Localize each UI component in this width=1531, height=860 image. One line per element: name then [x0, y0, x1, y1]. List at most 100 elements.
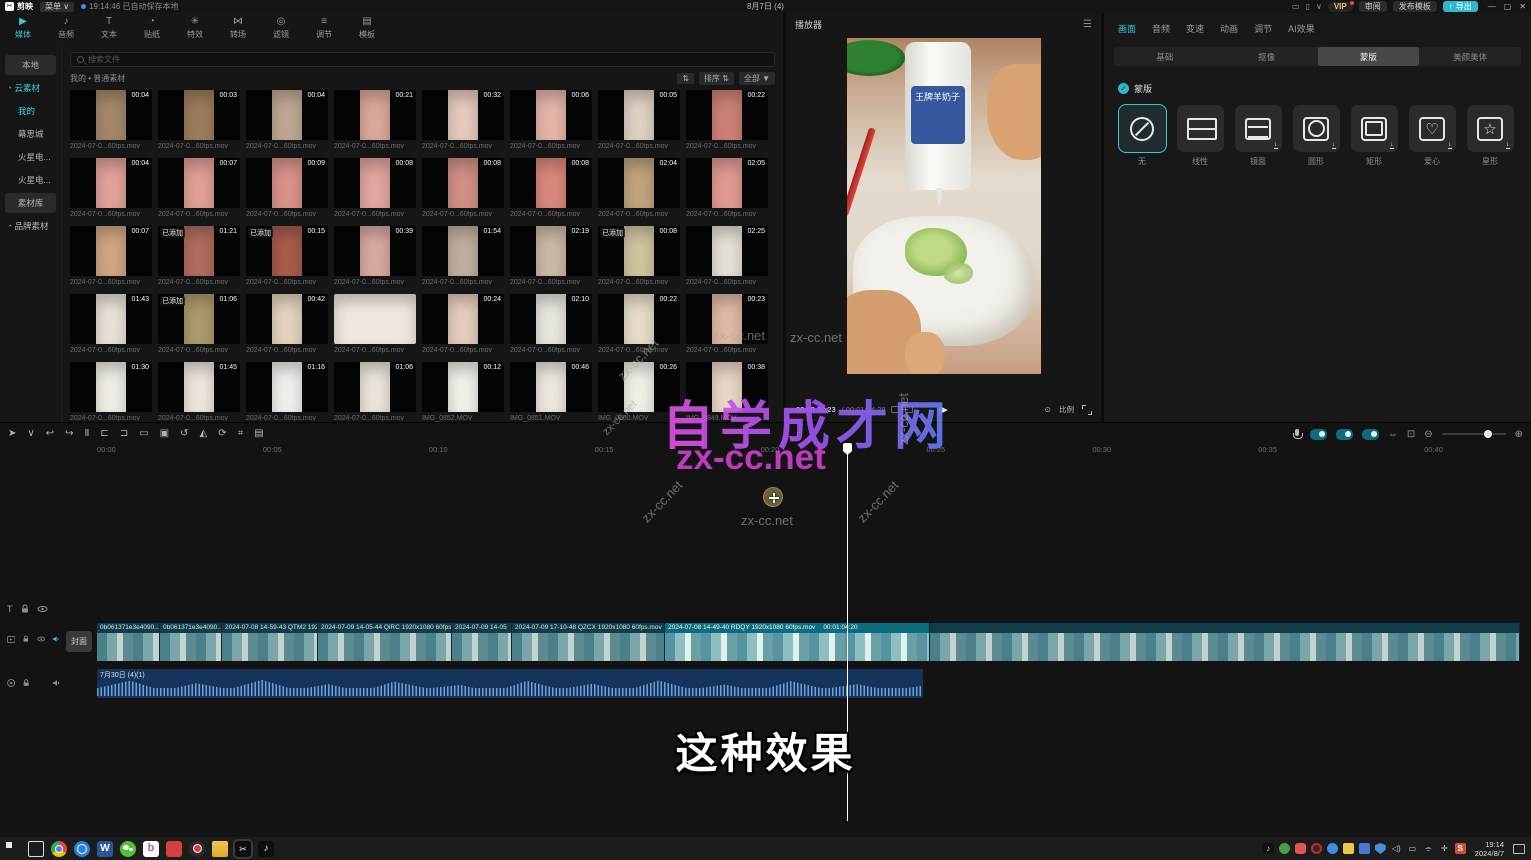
media-item[interactable]: 00:24 2024-07-0...60fps.mov: [422, 294, 504, 358]
media-item[interactable]: 00:05 2024-07-0...60fps.mov: [598, 90, 680, 154]
tray-icon[interactable]: [1359, 843, 1370, 854]
toolbar-icon[interactable]: ⊏: [100, 423, 108, 445]
sidebar-item[interactable]: 幕思城: [5, 124, 56, 144]
tray-icon[interactable]: [1311, 843, 1322, 854]
menu-button[interactable]: 菜单 ∨: [40, 2, 74, 12]
tray-icon[interactable]: S: [1455, 843, 1466, 854]
preview-axis-toggle[interactable]: [1362, 429, 1379, 440]
toolbar-icon[interactable]: ↪: [65, 423, 73, 445]
toolbar-icon[interactable]: ◭: [200, 423, 208, 445]
sidebar-item[interactable]: 火星电...: [5, 147, 56, 167]
toolbar-icon[interactable]: ➤: [8, 423, 16, 445]
tray-icon[interactable]: ◁): [1391, 843, 1402, 854]
taskbar-app-icon[interactable]: [166, 841, 182, 857]
media-item[interactable]: 00:06 2024-07-0...60fps.mov: [510, 90, 592, 154]
ribbon-tab[interactable]: ◎ 滤镜: [268, 16, 294, 46]
taskbar-app-icon[interactable]: [51, 841, 67, 857]
notification-center-icon[interactable]: [1513, 844, 1525, 854]
publish-template-button[interactable]: 发布模板: [1393, 1, 1437, 12]
tray-icon[interactable]: ⌯: [1423, 843, 1434, 854]
tray-icon[interactable]: [1327, 843, 1338, 854]
export-button[interactable]: ↑导出: [1443, 1, 1478, 12]
timeline-capture-icon[interactable]: ⊡: [1407, 429, 1415, 440]
sidebar-item[interactable]: 本地: [5, 55, 56, 75]
eye-icon[interactable]: [37, 634, 45, 644]
mask-option[interactable]: ♡ ↓ 爱心: [1408, 105, 1456, 167]
media-item[interactable]: 00:39 2024-07-0...60fps.mov: [334, 226, 416, 290]
taskbar-app-icon[interactable]: W: [97, 841, 113, 857]
ribbon-tab[interactable]: ⋈ 转场: [225, 16, 251, 46]
media-item[interactable]: 00:46 IMG_0851.MOV: [510, 362, 592, 422]
media-item[interactable]: 已添加 00:08 2024-07-0...60fps.mov: [598, 226, 680, 290]
media-item[interactable]: 00:08 2024-07-0...60fps.mov: [334, 158, 416, 222]
media-item[interactable]: 00:09 2024-07-0...60fps.mov: [246, 158, 328, 222]
media-item[interactable]: 02:05 2024-07-0...60fps.mov: [686, 158, 768, 222]
video-clip[interactable]: 2024-07-09 14-05-44 QiRC 1920x1080 60fps…: [318, 623, 452, 661]
media-item[interactable]: 2024-07-0...60fps.mov: [334, 294, 416, 358]
media-item[interactable]: 00:04 2024-07-0...60fps.mov: [246, 90, 328, 154]
video-clip[interactable]: 0b061371e3e4090...: [97, 623, 160, 661]
media-item[interactable]: 00:21 2024-07-0...60fps.mov: [334, 90, 416, 154]
media-item[interactable]: 01:54 2024-07-0...60fps.mov: [422, 226, 504, 290]
sidebar-item[interactable]: 火星电...: [5, 170, 56, 190]
taskbar-clock[interactable]: 19:14 2024/8/7: [1475, 840, 1504, 858]
tray-icon[interactable]: [1343, 843, 1354, 854]
sidebar-item[interactable]: 品牌素材: [5, 216, 56, 236]
toolbar-icon[interactable]: ↺: [180, 423, 188, 445]
ribbon-tab[interactable]: T 文本: [96, 16, 122, 46]
media-item[interactable]: 00:08 2024-07-0...60fps.mov: [510, 158, 592, 222]
toolbar-icon[interactable]: Ⅱ: [85, 423, 90, 445]
maximize-button[interactable]: ▢: [1504, 2, 1512, 11]
zoom-in-icon[interactable]: ⊕: [1515, 429, 1523, 440]
taskbar-app-icon[interactable]: [189, 841, 205, 857]
toolbar-icon[interactable]: ▤: [254, 423, 263, 445]
video-clip[interactable]: 2024-07-08 14-59-43 QTM2 192...: [222, 623, 318, 661]
taskbar-app-icon[interactable]: [212, 841, 228, 857]
media-item[interactable]: 01:06 2024-07-0...60fps.mov: [334, 362, 416, 422]
player-menu-icon[interactable]: ☰: [1083, 19, 1092, 30]
media-item[interactable]: 02:25 2024-07-0...60fps.mov: [686, 226, 768, 290]
sidebar-item[interactable]: 我的: [5, 101, 56, 121]
ratio-button[interactable]: 比例: [1059, 404, 1074, 415]
media-item[interactable]: 02:10 2024-07-0...60fps.mov: [510, 294, 592, 358]
mask-option[interactable]: ↓ 圆形: [1292, 105, 1340, 167]
mask-option[interactable]: ↓ 线性: [1176, 105, 1224, 167]
taskbar-app-icon[interactable]: [6, 842, 19, 855]
inspector-subtab[interactable]: 蒙版: [1318, 47, 1420, 66]
ribbon-tab[interactable]: ✳ 特效: [182, 16, 208, 46]
review-button[interactable]: 审阅: [1359, 1, 1387, 12]
media-item[interactable]: 已添加 01:21 2024-07-0...60fps.mov: [158, 226, 240, 290]
inspector-tab[interactable]: 音频: [1152, 22, 1170, 35]
ribbon-tab[interactable]: ≡ 调节: [311, 16, 337, 46]
media-item[interactable]: 02:19 2024-07-0...60fps.mov: [510, 226, 592, 290]
mask-option[interactable]: ☆ ↓ 星形: [1466, 105, 1514, 167]
video-clip[interactable]: 2024-07-09 14-05: [452, 623, 512, 661]
taskbar-app-icon[interactable]: ✂: [235, 841, 251, 857]
media-item[interactable]: 00:04 2024-07-0...60fps.mov: [70, 90, 152, 154]
taskbar-app-icon[interactable]: [28, 841, 44, 857]
magnet-toggle[interactable]: [1310, 429, 1327, 440]
media-item[interactable]: 已添加 00:15 2024-07-0...60fps.mov: [246, 226, 328, 290]
tray-icon[interactable]: ♪: [1263, 843, 1274, 854]
linkage-toggle[interactable]: [1336, 429, 1353, 440]
media-item[interactable]: 00:04 2024-07-0...60fps.mov: [70, 158, 152, 222]
media-item[interactable]: 00:32 2024-07-0...60fps.mov: [422, 90, 504, 154]
inspector-subtab[interactable]: 抠像: [1216, 47, 1318, 66]
adapt-icon[interactable]: ⇔: [1388, 429, 1398, 440]
media-item[interactable]: 00:23 2024-07-0...60fps.mov: [686, 294, 768, 358]
lock-icon[interactable]: [22, 678, 30, 688]
toolbar-icon[interactable]: ▭: [139, 423, 148, 445]
sidebar-item[interactable]: 云素材: [5, 78, 56, 98]
video-preview[interactable]: 王牌羊奶子: [847, 38, 1041, 374]
audio-clip[interactable]: 7月30日 (4)(1): [97, 669, 923, 698]
ribbon-tab[interactable]: ▤ 模板: [354, 16, 380, 46]
fullscreen-icon[interactable]: [1082, 405, 1091, 414]
taskbar-app-icon[interactable]: b: [143, 841, 159, 857]
timeline-zoom-slider[interactable]: [1442, 433, 1506, 435]
inspector-tab[interactable]: AI效果: [1288, 22, 1315, 35]
cover-button[interactable]: 封面: [66, 631, 92, 652]
media-item[interactable]: 01:45 2024-07-0...60fps.mov: [158, 362, 240, 422]
media-item[interactable]: 00:03 2024-07-0...60fps.mov: [158, 90, 240, 154]
quality-icon[interactable]: ⊙: [1045, 405, 1051, 414]
tray-icon[interactable]: [1375, 843, 1386, 854]
